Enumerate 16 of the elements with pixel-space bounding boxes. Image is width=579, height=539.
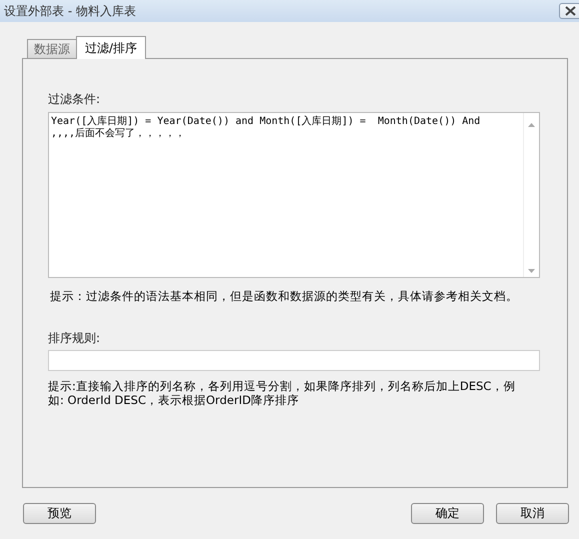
sort-field[interactable] [48,350,540,371]
filter-label: 过滤条件: [48,91,102,108]
dialog-button[interactable]: 取消 [496,503,569,524]
scroll-up-icon [528,123,535,127]
tab[interactable]: 过滤/排序 [76,36,146,59]
dialog-button[interactable]: 确定 [411,503,484,524]
tab[interactable]: 数据源 [27,39,77,58]
sort-hint: 提示:直接输入排序的列名称，各列用逗号分割，如果降序排列，列名称后加上DESC，例如: OrderId DESC，表示根据OrderID降序排序 [48,379,516,407]
filter-hint: 提示：过滤条件的语法基本相同，但是函数和数据源的类型有关，具体请参考相关文档。 [49,289,519,304]
window-title: 设置外部表 - 物料入库表 [4,2,137,20]
close-icon [564,6,576,16]
preview-button[interactable]: 预览 [23,503,96,524]
scroll-down-icon [528,269,535,273]
sort-label: 排序规则: [48,330,102,347]
filter-field[interactable]: Year([入库日期]) = Year(Date()) and Month([入库日期]) = Month(Date()) And ,,,,后面不会写了，，，，， [48,112,540,278]
close-button[interactable] [559,3,579,19]
